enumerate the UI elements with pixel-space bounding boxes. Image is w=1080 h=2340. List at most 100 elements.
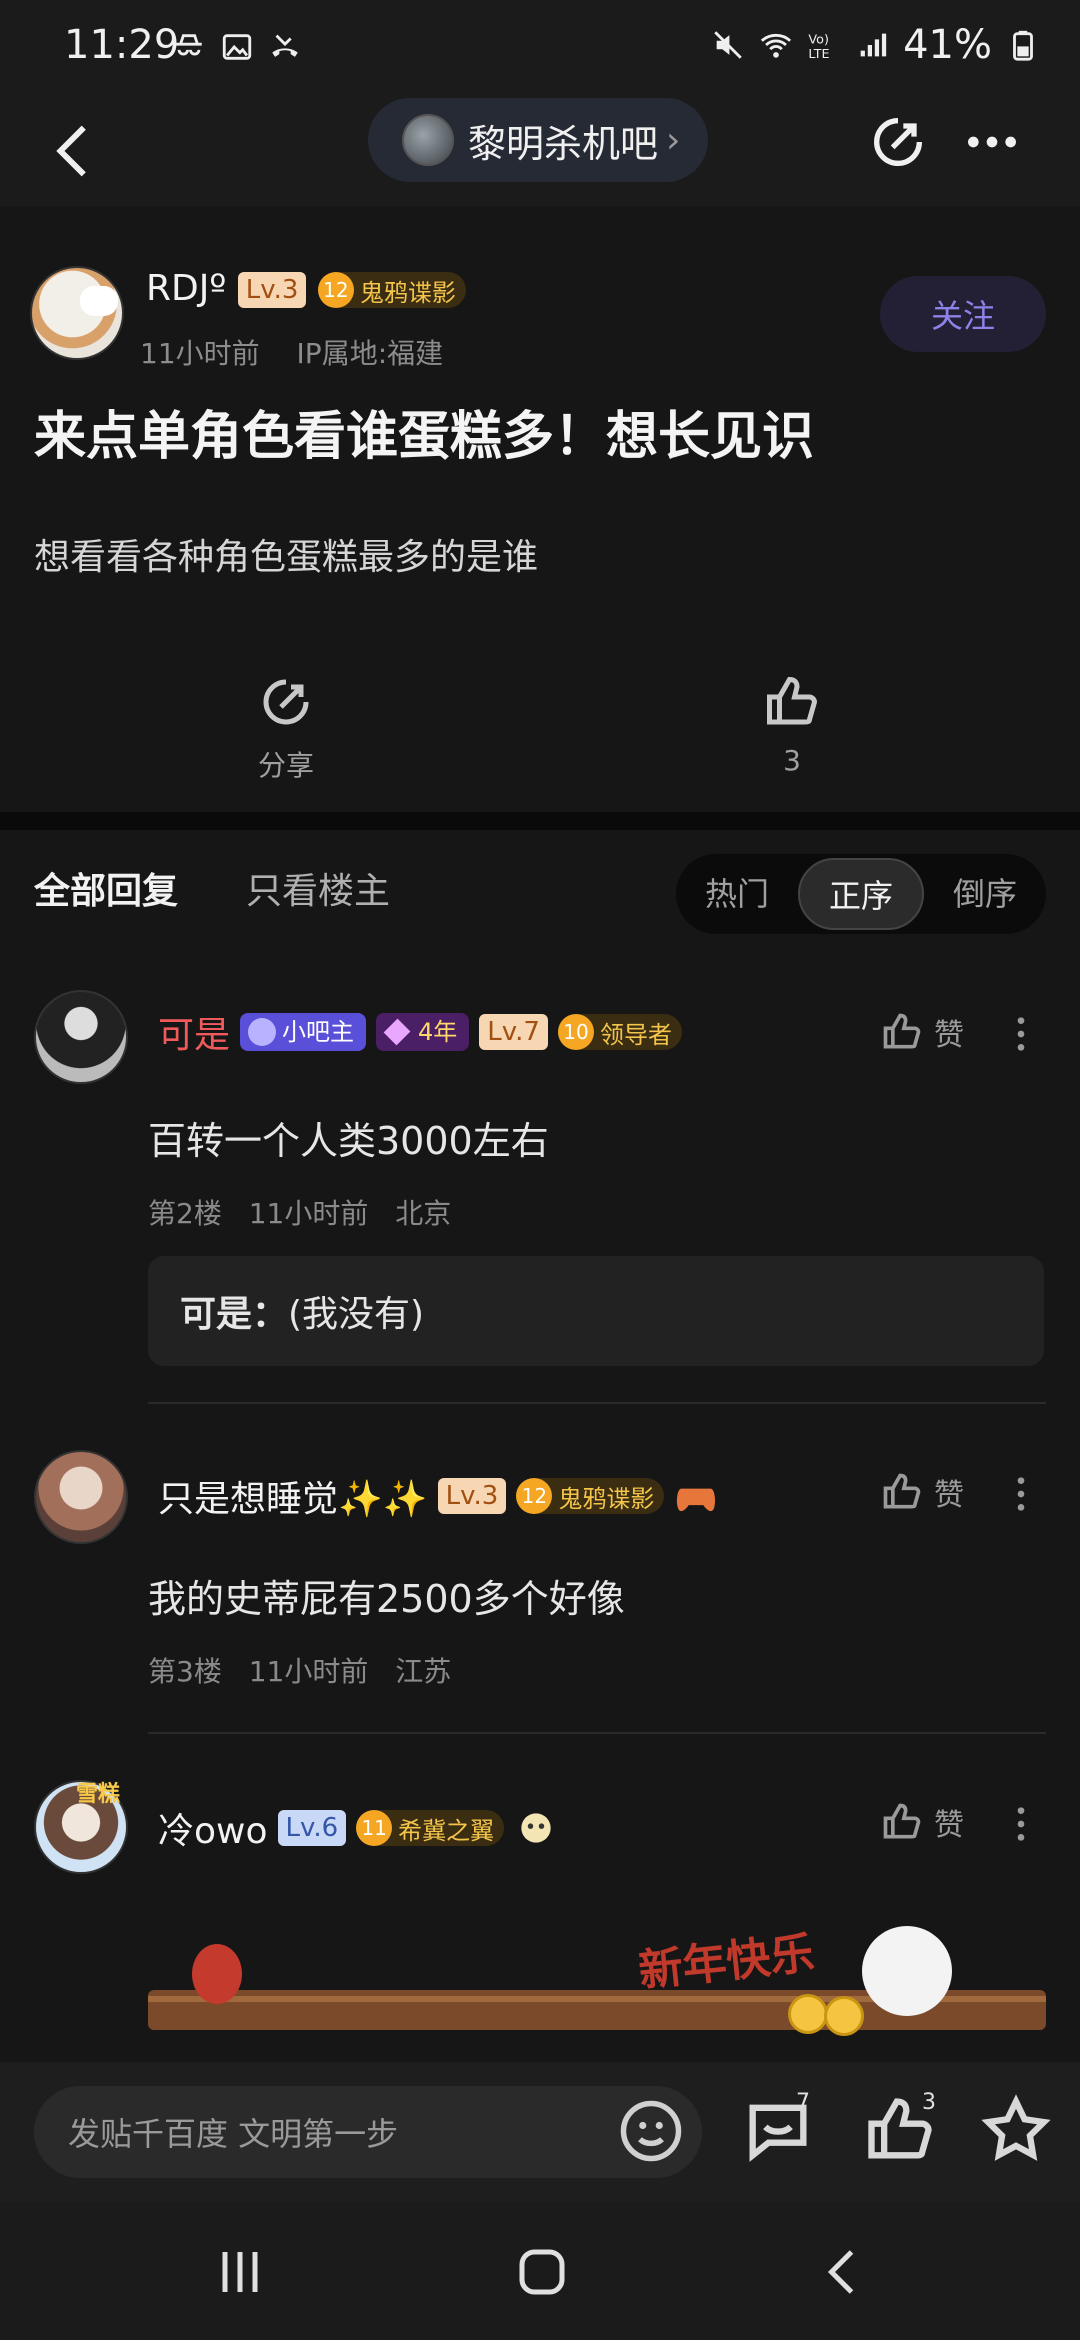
title-text: 鬼鸦谍影 — [558, 1484, 655, 1513]
reply-time: 11小时前 — [248, 1197, 369, 1230]
image-icon — [222, 34, 252, 60]
sort-ascending[interactable]: 正序 — [798, 858, 924, 930]
title-level: 12 — [317, 272, 354, 308]
game-controller-icon — [677, 1488, 716, 1512]
sub-reply[interactable]: 可是： (我没有) — [148, 1256, 1044, 1366]
share-label: 分享 — [257, 749, 314, 782]
like-count: 3 — [922, 2090, 936, 2115]
years-badge: 4年 — [376, 1013, 470, 1051]
reply-avatar[interactable] — [34, 1450, 128, 1544]
reply-item: 只是想睡觉✨✨ Lv.3 12 鬼鸦谍影 赞 我的史蒂屁有2500多个好像 第3楼… — [0, 1404, 1080, 1734]
vertical-more-icon[interactable] — [1006, 1804, 1036, 1844]
reply-like-label: 赞 — [934, 1808, 964, 1843]
rabbit-decoration — [862, 1926, 952, 2016]
author-name[interactable]: RDJº — [146, 268, 226, 309]
reply-author-name[interactable]: 冷owo — [158, 1802, 268, 1854]
reply-name-line: 冷owo Lv.6 11 希冀之翼 — [158, 1802, 558, 1854]
reply-floor: 第2楼 — [148, 1197, 222, 1230]
battery-icon — [1013, 30, 1033, 61]
post-actions: 分享 3 — [0, 616, 1080, 786]
wifi-icon — [760, 33, 792, 58]
post-time: 11小时前 — [140, 337, 260, 370]
reply-location: 北京 — [395, 1197, 452, 1230]
sub-reply-author: 可是： — [180, 1294, 289, 1335]
thumbs-up-icon — [883, 1803, 921, 1839]
new-year-banner: 新年快乐 — [148, 1926, 1046, 2066]
post-like-button[interactable]: 3 — [752, 672, 832, 777]
level-badge: Lv.6 — [277, 1810, 347, 1846]
forum-avatar — [402, 114, 454, 166]
title-badge: 12 鬼鸦谍影 — [317, 272, 466, 308]
author-name-line: RDJº Lv.3 12 鬼鸦谍影 — [146, 268, 466, 309]
bottom-action-bar: 发贴千百度 文明第一步 7 3 — [0, 2062, 1080, 2202]
comments-count: 7 — [796, 2090, 810, 2115]
title-level: 11 — [356, 1810, 393, 1846]
coin-decoration — [788, 1994, 828, 2034]
volte-icon: Vo)LTE — [809, 33, 830, 62]
title-level: 10 — [557, 1014, 594, 1050]
status-time: 11:29 — [64, 22, 180, 68]
share-icon[interactable] — [866, 110, 930, 174]
reply-avatar[interactable] — [34, 990, 128, 1084]
reply-author-name[interactable]: 可是 — [158, 1006, 230, 1058]
reply-like-button[interactable]: 赞 — [880, 1010, 964, 1054]
sort-descending[interactable]: 倒序 — [924, 858, 1046, 930]
sort-toggle: 热门 正序 倒序 — [676, 854, 1046, 934]
forum-link-button[interactable]: 黎明杀机吧 › — [368, 98, 708, 182]
reply-like-button[interactable]: 赞 — [880, 1800, 964, 1844]
comment-input[interactable]: 发贴千百度 文明第一步 — [34, 2086, 702, 2178]
author-avatar[interactable] — [30, 266, 124, 360]
star-favorite-icon[interactable] — [978, 2092, 1054, 2168]
battery-percent: 41% — [903, 22, 992, 68]
level-badge: Lv.3 — [237, 272, 307, 308]
follow-button[interactable]: 关注 — [880, 276, 1046, 352]
section-divider — [0, 812, 1080, 830]
missed-call-icon — [272, 34, 298, 57]
title-level: 12 — [516, 1478, 553, 1514]
title-text: 鬼鸦谍影 — [359, 278, 456, 307]
reply-author-name[interactable]: 只是想睡觉✨✨ — [158, 1470, 428, 1522]
reply-text: 百转一个人类3000左右 — [148, 1119, 549, 1163]
back-icon[interactable] — [814, 2242, 874, 2302]
title-badge: 10 领导者 — [557, 1014, 682, 1050]
tab-all-replies[interactable]: 全部回复 — [34, 862, 178, 914]
main-post: RDJº Lv.3 12 鬼鸦谍影 11小时前 IP属地:福建 关注 来点单角色看… — [0, 206, 1080, 812]
home-icon[interactable] — [512, 2242, 572, 2302]
share-icon — [263, 679, 309, 725]
reply-like-label: 赞 — [934, 1478, 964, 1513]
back-arrow-icon[interactable] — [40, 116, 110, 186]
forum-name: 黎明杀机吧 — [468, 121, 659, 166]
status-right: Vo) LTE 41% — [711, 22, 1040, 68]
chevron-right-icon: › — [666, 119, 681, 161]
post-body: 想看看各种角色蛋糕最多的是谁 — [34, 537, 539, 578]
more-options-icon[interactable] — [960, 110, 1024, 174]
vertical-more-icon[interactable] — [1006, 1014, 1036, 1054]
moderator-badge: 小吧主 — [240, 1013, 367, 1051]
sticker-icon — [521, 1813, 551, 1843]
title-badge: 12 鬼鸦谍影 — [516, 1478, 665, 1514]
reply-location: 江苏 — [395, 1655, 452, 1688]
status-notification-icons — [172, 30, 302, 64]
banner-text: 新年快乐 — [636, 1927, 817, 1998]
avatar-tag: 雪糕 — [76, 1782, 121, 1807]
title-text: 领导者 — [599, 1020, 672, 1049]
tab-op-only[interactable]: 只看楼主 — [246, 862, 390, 914]
speech-bubble-shape — [80, 286, 118, 316]
reply-like-button[interactable]: 赞 — [880, 1470, 964, 1514]
reply-time: 11小时前 — [248, 1655, 369, 1688]
emoji-icon[interactable] — [618, 2098, 684, 2164]
reply-text: 我的史蒂屁有2500多个好像 — [148, 1577, 625, 1621]
reply-like-label: 赞 — [934, 1018, 964, 1053]
sort-hot[interactable]: 热门 — [676, 858, 798, 930]
recent-apps-icon[interactable] — [210, 2242, 270, 2302]
thumbs-up-icon — [767, 676, 818, 725]
level-badge: Lv.7 — [479, 1014, 548, 1050]
post-share-button[interactable]: 分享 — [246, 672, 326, 784]
reply-name-line: 可是 小吧主 4年 Lv.7 10 领导者 — [158, 1006, 682, 1058]
reply-meta: 第2楼 11小时前 北京 — [148, 1192, 469, 1232]
sub-reply-text: (我没有) — [288, 1294, 425, 1335]
reply-floor: 第3楼 — [148, 1655, 222, 1688]
post-title: 来点单角色看谁蛋糕多！想长见识 — [34, 407, 815, 467]
vertical-more-icon[interactable] — [1006, 1474, 1036, 1514]
thumbs-up-icon — [883, 1473, 921, 1509]
